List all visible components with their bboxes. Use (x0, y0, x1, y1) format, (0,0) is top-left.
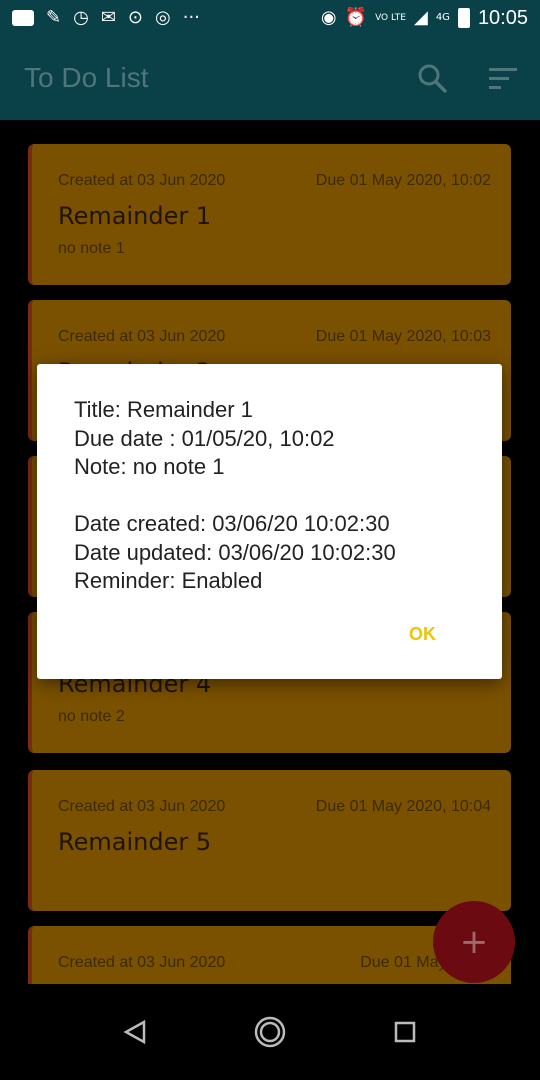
hotspot-icon: ◉ (320, 7, 337, 28)
navigation-bar (0, 984, 540, 1080)
gmail-icon: ✉ (100, 7, 116, 28)
tripadvisor-icon: ⊙ (127, 7, 143, 28)
battery-icon (457, 8, 470, 28)
back-icon (123, 1019, 146, 1045)
recents-button[interactable] (387, 1014, 423, 1050)
4g-signal-icon: 4G (435, 12, 450, 23)
dialog-created-line: Date created: 03/06/20 10:02:30 (74, 511, 390, 536)
search-icon (418, 64, 447, 93)
task-created: Created at 03 Jun 2020 (58, 328, 226, 345)
sort-button[interactable] (485, 60, 521, 96)
volte-icon: VO LTE (375, 13, 406, 23)
more-dots-icon: ··· (182, 7, 200, 28)
search-button[interactable] (414, 60, 450, 96)
dialog-reminder-line: Reminder: Enabled (74, 568, 263, 593)
task-note: no note 2 (58, 708, 125, 725)
app-title: To Do List (24, 62, 149, 93)
signal-icon: ◢ (413, 7, 428, 28)
recents-icon (394, 1021, 416, 1043)
app-bar: To Do List (0, 36, 540, 120)
home-icon (254, 1016, 286, 1048)
task-title: Remainder 5 (58, 828, 212, 856)
dialog-title-line: Title: Remainder 1 (74, 397, 253, 422)
task-created: Created at 03 Jun 2020 (58, 798, 226, 815)
task-details-dialog: Title: Remainder 1 Due date : 01/05/20, … (37, 364, 502, 679)
task-title: Remainder 1 (58, 202, 212, 230)
dialog-note-line: Note: no note 1 (74, 454, 225, 479)
task-due: Due 01 May 2020, 10:02 (315, 172, 491, 189)
clock-icon: ◷ (73, 7, 89, 28)
swirl-icon: ◎ (155, 7, 171, 28)
task-created: Created at 03 Jun 2020 (58, 954, 226, 971)
youtube-icon (12, 10, 34, 26)
task-due: Due 01 May 2020, 10:03 (315, 328, 491, 345)
dialog-due-line: Due date : 01/05/20, 10:02 (74, 426, 335, 451)
dialog-updated-line: Date updated: 03/06/20 10:02:30 (74, 540, 396, 565)
status-icons-right: ◉ ⏰ VO LTE ◢ 4G 10:05 (321, 6, 528, 30)
task-note: no note 1 (58, 240, 125, 257)
back-button[interactable] (118, 1014, 154, 1050)
status-time: 10:05 (477, 6, 528, 29)
status-bar: ✎ ◷ ✉ ⊙ ◎ ··· ◉ ⏰ VO LTE ◢ 4G 10:05 (0, 0, 540, 36)
pen-icon: ✎ (46, 7, 62, 28)
task-due: Due 01 May 2020, 10:04 (315, 798, 491, 815)
home-button[interactable] (252, 1014, 288, 1050)
status-icons-left: ✎ ◷ ✉ ⊙ ◎ ··· (12, 6, 200, 30)
add-task-button[interactable]: + (433, 901, 515, 983)
ok-button[interactable]: OK (409, 624, 436, 645)
sort-icon (489, 68, 517, 89)
task-card[interactable]: Created at 03 Jun 2020 Due 01 May 2020, … (28, 770, 511, 911)
plus-icon: + (459, 922, 489, 962)
task-card[interactable]: Created at 03 Jun 2020 Due 01 May 2020, … (28, 144, 511, 285)
task-created: Created at 03 Jun 2020 (58, 172, 226, 189)
alarm-icon: ⏰ (344, 7, 368, 28)
